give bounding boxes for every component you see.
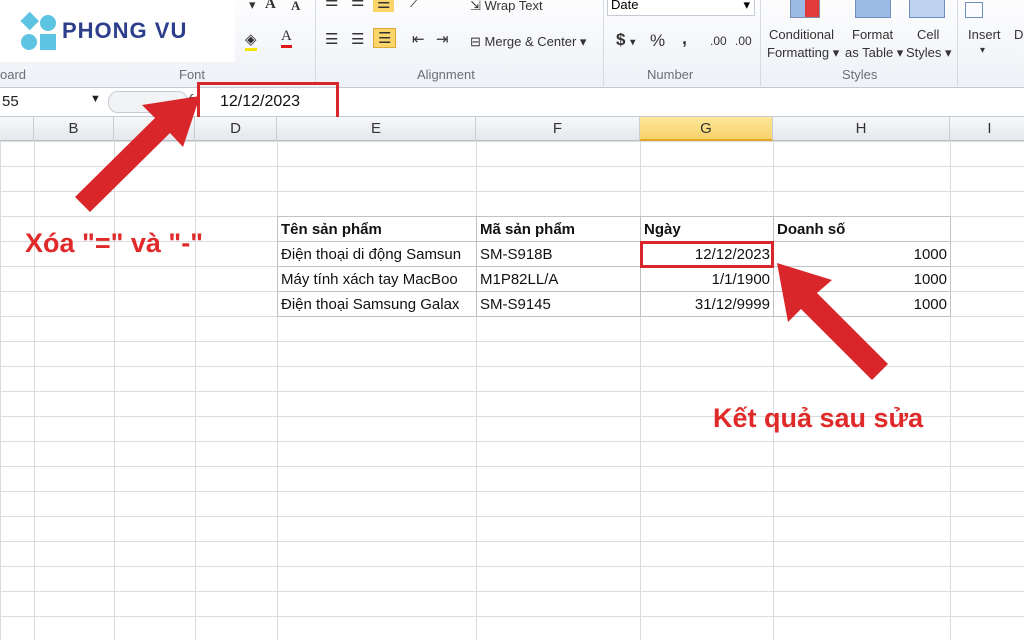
group-label-styles: Styles	[842, 67, 878, 82]
cell-product-code[interactable]: M1P82LL/A	[477, 267, 641, 292]
cell-date[interactable]: 1/1/1900	[641, 267, 774, 292]
number-format-value: Date	[611, 0, 639, 12]
increase-indent-icon[interactable]: ⇥	[436, 30, 449, 48]
cell-date[interactable]: 31/12/9999	[641, 292, 774, 317]
column-header-g[interactable]: G	[640, 117, 773, 141]
data-table: Tên sản phẩm Mã sản phẩm Ngày Doanh số Đ…	[277, 216, 951, 317]
cell-product-name[interactable]: Điện thoại Samsung Galax	[278, 292, 477, 317]
name-box[interactable]: 55 ▼	[0, 91, 105, 113]
column-headers: B C D E F G H I	[0, 117, 1024, 141]
format-as-table-button[interactable]: Format as Table ▾	[843, 0, 903, 64]
group-label-clipboard: oard	[0, 67, 27, 82]
header-product-code[interactable]: Mã sản phẩm	[477, 217, 641, 242]
header-date[interactable]: Ngày	[641, 217, 774, 242]
column-header-d[interactable]: D	[195, 117, 277, 141]
phong-vu-logo: PHONG VU	[0, 0, 235, 62]
cell-styles-icon	[909, 0, 945, 18]
formula-bar: 55 ▼ fx 12/12/2023	[0, 88, 1024, 117]
align-center-icon[interactable]: ☰	[351, 30, 364, 48]
comma-button[interactable]: ,	[682, 28, 687, 49]
increase-decimal-button[interactable]: .00	[710, 34, 727, 48]
logo-text: PHONG VU	[62, 18, 188, 43]
cell-product-name[interactable]: Máy tính xách tay MacBoo	[278, 267, 477, 292]
insert-icon	[965, 2, 983, 18]
percent-button[interactable]: %	[650, 31, 665, 51]
group-label-number: Number	[647, 67, 694, 82]
align-bottom-icon[interactable]: ☰	[373, 0, 395, 12]
annotation-right: Kết quả sau sửa	[713, 403, 924, 433]
fill-color-icon[interactable]: ◈	[245, 30, 257, 51]
decrease-indent-icon[interactable]: ⇤	[412, 30, 425, 48]
format-as-table-icon	[855, 0, 891, 18]
conditional-formatting-button[interactable]: Conditional Formatting ▾	[765, 0, 843, 64]
selected-cell-highlight	[640, 241, 774, 268]
annotation-left: Xóa "=" và "-"	[25, 228, 204, 258]
decrease-decimal-button[interactable]: .00	[735, 34, 752, 48]
insert-button[interactable]: Insert ▾	[960, 0, 1010, 64]
cell-sales[interactable]: 1000	[774, 242, 951, 267]
delete-button[interactable]: D	[1014, 27, 1023, 42]
header-sales[interactable]: Doanh số	[774, 217, 951, 242]
merge-center-button[interactable]: ⊟ Merge & Center ▾	[470, 34, 586, 50]
align-top-icon[interactable]: ☰	[325, 0, 338, 10]
column-header-b[interactable]: B	[34, 117, 114, 141]
group-label-font: Font	[179, 67, 206, 82]
font-color-icon[interactable]: A	[281, 28, 292, 48]
shrink-font-icon[interactable]: A	[291, 0, 300, 14]
group-label-alignment: Alignment	[417, 67, 475, 82]
column-header-a[interactable]	[0, 117, 34, 141]
currency-button[interactable]: $ ▾	[616, 30, 635, 50]
align-middle-icon[interactable]: ☰	[351, 0, 364, 10]
ribbon: ▾ A A ◈ A oard Font ☰ ☰ ☰ ⟋ ☰ ☰ ☰ ⇤ ⇥ ⇲ …	[0, 0, 1024, 88]
conditional-formatting-icon	[790, 0, 820, 18]
cell-styles-button[interactable]: Cell Styles ▾	[903, 0, 955, 64]
header-product-name[interactable]: Tên sản phẩm	[278, 217, 477, 242]
merge-center-label: Merge & Center	[484, 34, 577, 49]
number-format-dropdown[interactable]: Date ▾	[607, 0, 755, 16]
cell-sales[interactable]: 1000	[774, 267, 951, 292]
grow-font-icon[interactable]: A	[265, 0, 276, 13]
wrap-text-button[interactable]: ⇲ Wrap Text	[470, 0, 543, 14]
cell-product-code[interactable]: SM-S9145	[477, 292, 641, 317]
align-right-icon[interactable]: ☰	[373, 28, 397, 48]
column-header-e[interactable]: E	[277, 117, 476, 141]
orientation-icon[interactable]: ⟋	[410, 0, 421, 11]
column-header-h[interactable]: H	[773, 117, 950, 141]
column-header-i[interactable]: I	[950, 117, 1024, 141]
column-header-c[interactable]: C	[114, 117, 195, 141]
cell-sales[interactable]: 1000	[774, 292, 951, 317]
cell-product-name[interactable]: Điện thoại di động Samsun	[278, 242, 477, 267]
column-header-f[interactable]: F	[476, 117, 640, 141]
formula-bar-splitter[interactable]	[108, 91, 188, 113]
wrap-text-label: Wrap Text	[484, 0, 543, 13]
align-left-icon[interactable]: ☰	[325, 30, 338, 48]
cell-product-code[interactable]: SM-S918B	[477, 242, 641, 267]
font-size-dropdown[interactable]: ▾	[249, 0, 256, 13]
